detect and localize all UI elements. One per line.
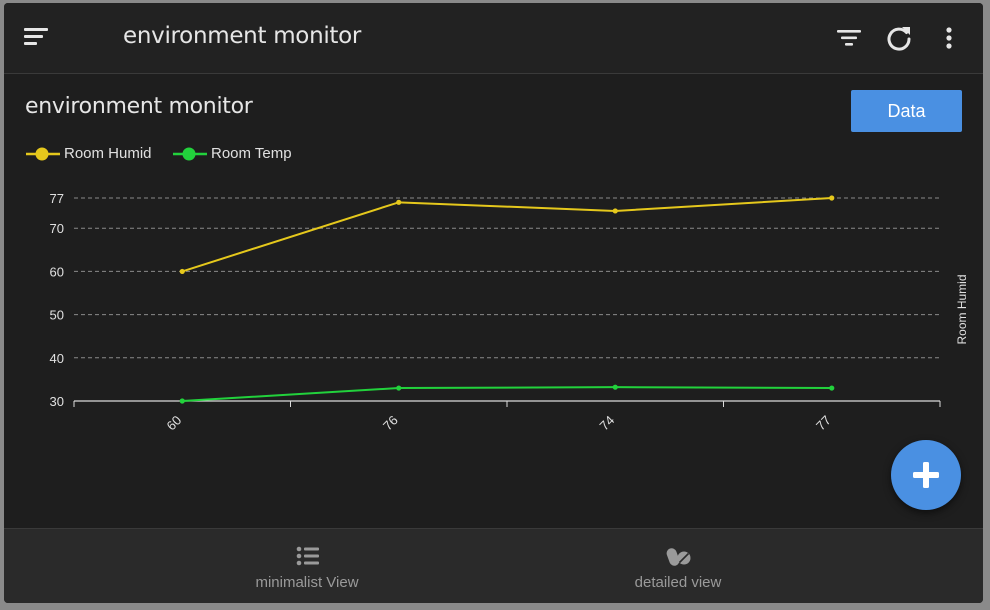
nav-detailed-view[interactable]: detailed view xyxy=(528,529,828,603)
plus-icon xyxy=(913,462,939,488)
line-chart: 30 40 50 60 70 77 60 76 74 77 Room Humid xyxy=(50,191,969,434)
app-title: environment monitor xyxy=(123,23,362,49)
series-line xyxy=(181,197,832,273)
data-point[interactable] xyxy=(612,208,618,214)
card-title: environment monitor xyxy=(25,94,253,119)
nav-label: detailed view xyxy=(634,574,722,591)
legend-marker-humid xyxy=(26,147,60,161)
more-options-button[interactable] xyxy=(934,23,964,53)
bottom-navigation: minimalist View detailed view xyxy=(4,528,983,603)
y-tick-label: 50 xyxy=(50,308,64,323)
data-point[interactable] xyxy=(829,385,835,391)
menu-button[interactable] xyxy=(22,25,52,51)
more-vertical-icon xyxy=(946,27,952,49)
list-icon xyxy=(296,546,319,566)
data-point[interactable] xyxy=(396,385,402,391)
data-point[interactable] xyxy=(179,398,185,404)
data-point[interactable] xyxy=(612,384,618,390)
filter-button[interactable] xyxy=(834,23,864,53)
nav-minimalist-view[interactable]: minimalist View xyxy=(157,529,457,603)
pills-icon xyxy=(666,548,691,566)
refresh-button[interactable] xyxy=(884,23,914,53)
x-tick-label: 77 xyxy=(813,413,834,434)
add-fab-button[interactable] xyxy=(891,440,961,510)
app-window: environment monitor environment monitor xyxy=(4,3,983,603)
series-line xyxy=(182,386,832,402)
nav-label: minimalist View xyxy=(255,574,359,591)
data-button[interactable]: Data xyxy=(851,90,962,132)
y-tick-label: 60 xyxy=(50,264,64,279)
legend-label: Room Temp xyxy=(211,145,292,162)
y-tick-label: 30 xyxy=(50,394,64,409)
chart-card: environment monitor Data Room Humid Room… xyxy=(4,74,983,527)
y-axis-label-right: Room Humid xyxy=(955,274,969,344)
menu-icon xyxy=(24,28,48,45)
y-tick-label: 77 xyxy=(50,191,64,206)
data-point[interactable] xyxy=(396,199,402,205)
x-tick-label: 74 xyxy=(597,413,618,434)
x-tick-label: 60 xyxy=(164,413,185,434)
filter-icon xyxy=(837,30,861,46)
legend-label: Room Humid xyxy=(64,145,152,162)
top-app-bar: environment monitor xyxy=(4,3,983,74)
data-point[interactable] xyxy=(829,195,835,201)
refresh-icon xyxy=(887,27,911,51)
y-tick-label: 70 xyxy=(50,221,64,236)
x-tick-label: 76 xyxy=(380,413,401,434)
y-tick-label: 40 xyxy=(50,351,64,366)
legend-marker-temp xyxy=(173,147,207,161)
data-point[interactable] xyxy=(179,268,185,275)
